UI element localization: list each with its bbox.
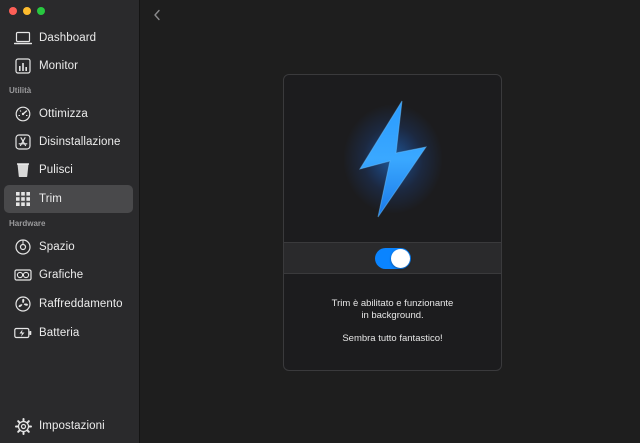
grid-icon <box>14 190 32 208</box>
trim-status-card: Trim è abilitato e funzionante in backgr… <box>283 74 502 371</box>
laptop-icon <box>14 29 32 47</box>
close-window-button[interactable] <box>9 7 17 15</box>
sidebar-item-ottimizza[interactable]: Ottimizza <box>4 100 133 128</box>
sidebar-item-label: Spazio <box>39 241 75 253</box>
fan-icon <box>14 295 32 313</box>
bar-chart-icon <box>14 57 32 75</box>
battery-icon <box>14 324 32 342</box>
sidebar-item-impostazioni[interactable]: Impostazioni <box>4 412 133 440</box>
window-controls <box>9 7 45 15</box>
section-header-utilita: Utilità <box>9 86 32 95</box>
sidebar: Dashboard Monitor Utilità Ottimizza Disi… <box>0 0 140 443</box>
sidebar-item-label: Monitor <box>39 60 79 72</box>
gpu-icon <box>14 266 32 284</box>
sidebar-item-label: Grafiche <box>39 269 84 281</box>
sidebar-item-label: Impostazioni <box>39 420 105 432</box>
main-content: Trim è abilitato e funzionante in backgr… <box>141 0 640 443</box>
sidebar-item-label: Trim <box>39 193 62 205</box>
minimize-window-button[interactable] <box>23 7 31 15</box>
sidebar-item-label: Raffreddamento <box>39 298 123 310</box>
zoom-window-button[interactable] <box>37 7 45 15</box>
sidebar-item-trim[interactable]: Trim <box>4 185 133 213</box>
back-chevron-icon[interactable] <box>151 8 163 22</box>
sidebar-item-grafiche[interactable]: Grafiche <box>4 261 133 289</box>
bolt-illustration <box>284 75 501 242</box>
trim-enable-toggle[interactable] <box>374 247 411 269</box>
sidebar-item-disinstallazione[interactable]: Disinstallazione <box>4 128 133 156</box>
toggle-row <box>284 242 501 274</box>
sidebar-item-raffreddamento[interactable]: Raffreddamento <box>4 290 133 318</box>
toggle-knob <box>390 248 410 268</box>
section-header-hardware: Hardware <box>9 219 46 228</box>
sidebar-item-label: Disinstallazione <box>39 136 121 148</box>
sidebar-item-label: Ottimizza <box>39 108 88 120</box>
disk-icon <box>14 238 32 256</box>
gauge-icon <box>14 105 32 123</box>
app-store-icon <box>14 133 32 151</box>
sidebar-item-label: Dashboard <box>39 32 97 44</box>
sidebar-item-spazio[interactable]: Spazio <box>4 233 133 261</box>
status-text-line1: Trim è abilitato e funzionante <box>331 298 454 309</box>
trash-bin-icon <box>14 161 32 179</box>
sidebar-item-dashboard[interactable]: Dashboard <box>4 24 133 52</box>
gear-icon <box>14 417 32 435</box>
sidebar-item-monitor[interactable]: Monitor <box>4 52 133 80</box>
status-text-line3: Sembra tutto fantastico! <box>342 333 443 344</box>
sidebar-item-batteria[interactable]: Batteria <box>4 319 133 347</box>
sidebar-item-label: Pulisci <box>39 164 73 176</box>
sidebar-item-label: Batteria <box>39 327 80 339</box>
status-text-line2: in background. <box>361 310 424 321</box>
lightning-bolt-icon <box>342 100 443 217</box>
sidebar-item-pulisci[interactable]: Pulisci <box>4 156 133 184</box>
